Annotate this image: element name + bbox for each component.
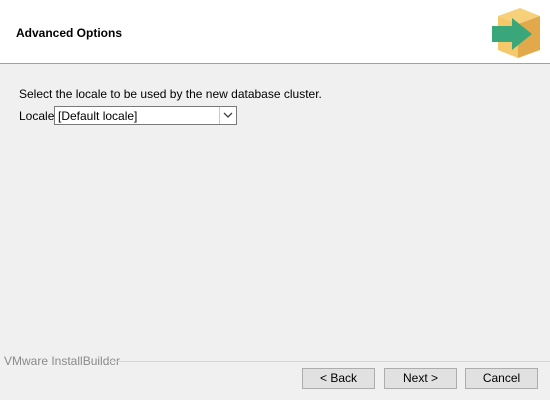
installer-box-arrow-icon [492, 8, 540, 58]
chevron-down-icon [223, 112, 233, 118]
page-title: Advanced Options [16, 26, 123, 40]
footer-divider [108, 361, 550, 362]
next-button[interactable]: Next > [384, 368, 457, 389]
brand-label: VMware InstallBuilder [4, 354, 121, 368]
locale-dropdown[interactable]: [Default locale] [54, 106, 237, 125]
locale-label: Locale [19, 109, 55, 123]
wizard-header: Advanced Options [0, 0, 550, 64]
dropdown-button[interactable] [219, 107, 236, 124]
locale-selected-value: [Default locale] [58, 109, 138, 123]
cancel-button[interactable]: Cancel [465, 368, 538, 389]
back-button[interactable]: < Back [302, 368, 375, 389]
instruction-text: Select the locale to be used by the new … [19, 87, 322, 101]
locale-row: Locale [Default locale] [19, 106, 249, 126]
